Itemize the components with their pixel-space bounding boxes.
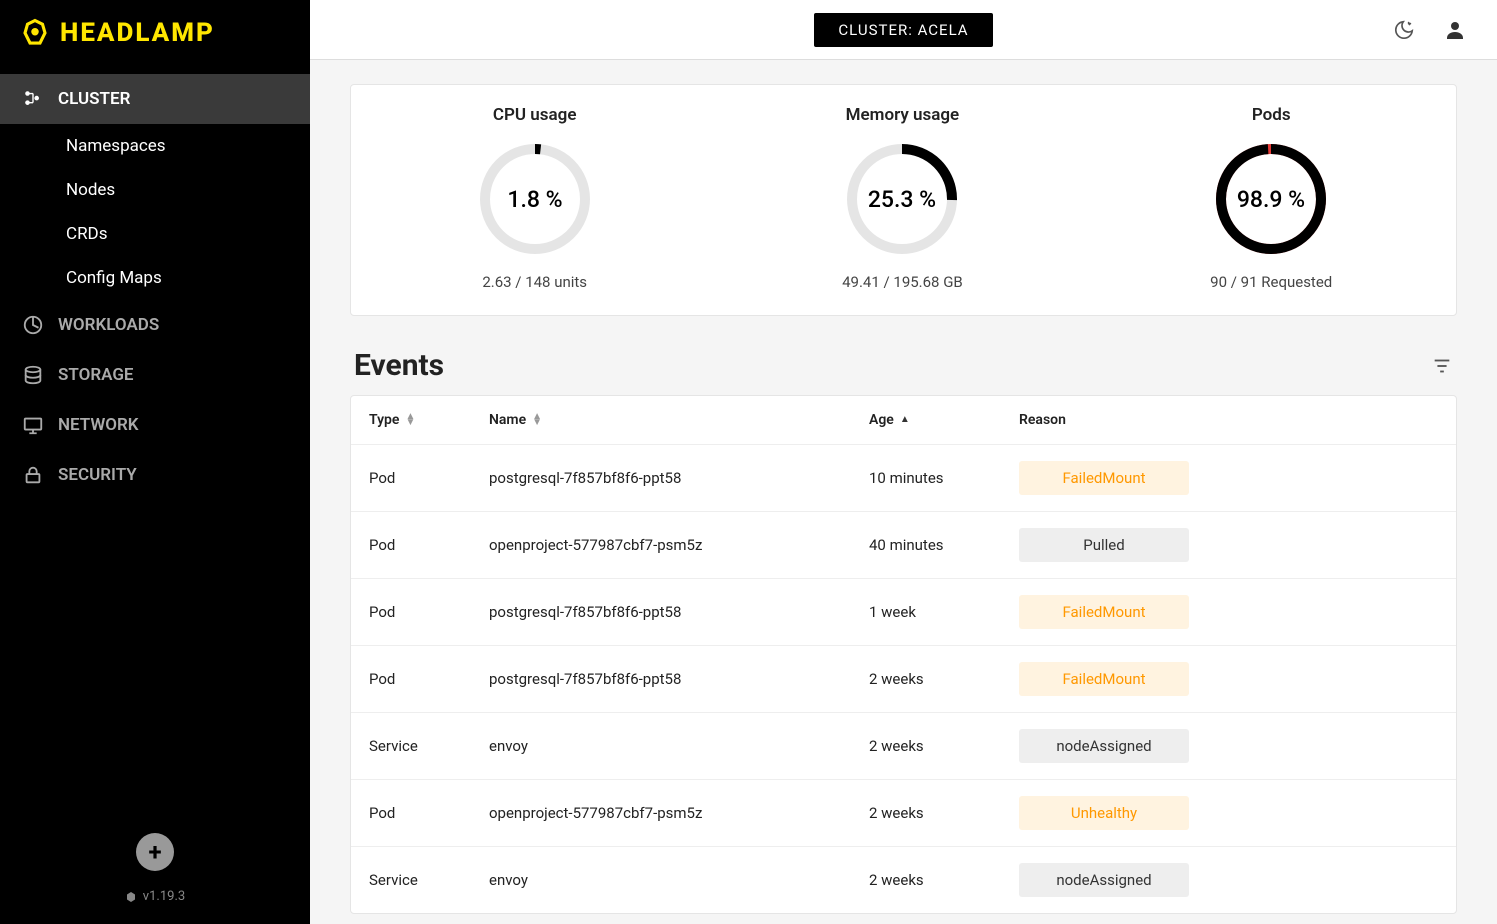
cell-reason: FailedMount [1019,662,1438,696]
gauge-memory-usage: Memory usage 25.3 % 49.41 / 195.68 GB [842,105,963,291]
cluster-chip[interactable]: CLUSTER: ACELA [814,13,992,47]
gauges-panel: CPU usage 1.8 % 2.63 / 148 units Memory u… [350,84,1457,316]
version-label: v1.19.3 [20,889,290,904]
cell-name: envoy [489,871,869,889]
reason-badge: Pulled [1019,528,1189,562]
table-row[interactable]: Pod postgresql-7f857bf8f6-ppt58 2 weeks … [351,646,1456,713]
cell-reason: FailedMount [1019,461,1438,495]
reason-badge: nodeAssigned [1019,863,1189,897]
gauge-subtitle: 49.41 / 195.68 GB [842,273,963,291]
cell-reason: Pulled [1019,528,1438,562]
cell-type: Service [369,871,489,889]
table-row[interactable]: Pod postgresql-7f857bf8f6-ppt58 10 minut… [351,445,1456,512]
sidebar-item-label: WORKLOADS [58,315,159,335]
account-icon[interactable] [1443,18,1467,42]
cell-age: 2 weeks [869,804,1019,822]
gauge-cpu-usage: CPU usage 1.8 % 2.63 / 148 units [475,105,595,291]
svg-text:98.9 %: 98.9 % [1237,186,1305,213]
sidebar-item-label: STORAGE [58,365,134,385]
gauge-pods: Pods 98.9 % 90 / 91 Requested [1210,105,1332,291]
headlamp-logo-icon [20,18,50,48]
table-row[interactable]: Pod openproject-577987cbf7-psm5z 40 minu… [351,512,1456,579]
cell-age: 2 weeks [869,871,1019,889]
network-icon [22,414,44,436]
sidebar-sub-namespaces[interactable]: Namespaces [0,124,310,168]
sidebar-sub-crds[interactable]: CRDs [0,212,310,256]
col-reason[interactable]: Reason [1019,412,1438,428]
k8s-icon [125,891,137,903]
sidebar-item-workloads[interactable]: WORKLOADS [0,300,310,350]
reason-badge: FailedMount [1019,461,1189,495]
sidebar: HEADLAMP CLUSTER NamespacesNodesCRDsConfi… [0,0,310,924]
gauge-title: Pods [1210,105,1332,125]
reason-badge: Unhealthy [1019,796,1189,830]
cell-name: postgresql-7f857bf8f6-ppt58 [489,670,869,688]
col-type[interactable]: Type▲▼ [369,412,489,428]
events-table: Type▲▼ Name▲▼ Age▲ Reason Pod postgresql… [350,395,1457,914]
sidebar-item-security[interactable]: SECURITY [0,450,310,500]
logo-text: HEADLAMP [60,18,215,48]
table-row[interactable]: Service envoy 2 weeks nodeAssigned [351,847,1456,913]
cluster-icon [22,88,44,110]
sidebar-item-storage[interactable]: STORAGE [0,350,310,400]
gauge-title: CPU usage [475,105,595,125]
cell-type: Pod [369,804,489,822]
cell-name: envoy [489,737,869,755]
sidebar-item-cluster[interactable]: CLUSTER [0,74,310,124]
events-title: Events [354,348,444,383]
cell-reason: Unhealthy [1019,796,1438,830]
cell-name: openproject-577987cbf7-psm5z [489,536,869,554]
cell-type: Pod [369,670,489,688]
sidebar-item-label: CLUSTER [58,89,130,109]
sidebar-sub-config-maps[interactable]: Config Maps [0,256,310,300]
svg-text:25.3 %: 25.3 % [868,186,936,213]
filter-icon[interactable] [1431,355,1453,377]
content: CPU usage 1.8 % 2.63 / 148 units Memory u… [310,60,1497,924]
gauge-subtitle: 2.63 / 148 units [475,273,595,291]
cell-name: postgresql-7f857bf8f6-ppt58 [489,603,869,621]
reason-badge: nodeAssigned [1019,729,1189,763]
cell-reason: nodeAssigned [1019,863,1438,897]
topbar: CLUSTER: ACELA [310,0,1497,60]
cell-age: 2 weeks [869,670,1019,688]
table-header: Type▲▼ Name▲▼ Age▲ Reason [351,396,1456,445]
cell-type: Pod [369,603,489,621]
main: CLUSTER: ACELA CPU usage 1.8 % 2.63 / 14… [310,0,1497,924]
cell-type: Pod [369,469,489,487]
logo[interactable]: HEADLAMP [0,0,310,66]
theme-toggle-icon[interactable] [1393,19,1415,41]
sidebar-sub-nodes[interactable]: Nodes [0,168,310,212]
cell-name: postgresql-7f857bf8f6-ppt58 [489,469,869,487]
cell-reason: nodeAssigned [1019,729,1438,763]
gauge-subtitle: 90 / 91 Requested [1210,273,1332,291]
sidebar-item-label: SECURITY [58,465,137,485]
table-row[interactable]: Pod openproject-577987cbf7-psm5z 2 weeks… [351,780,1456,847]
security-icon [22,464,44,486]
cell-age: 2 weeks [869,737,1019,755]
cell-name: openproject-577987cbf7-psm5z [489,804,869,822]
sidebar-footer: + v1.19.3 [0,813,310,924]
svg-text:1.8 %: 1.8 % [507,186,562,213]
nav: CLUSTER NamespacesNodesCRDsConfig Maps WOR… [0,66,310,813]
add-cluster-button[interactable]: + [136,833,174,871]
cell-age: 10 minutes [869,469,1019,487]
workloads-icon [22,314,44,336]
table-row[interactable]: Service envoy 2 weeks nodeAssigned [351,713,1456,780]
cell-type: Service [369,737,489,755]
storage-icon [22,364,44,386]
cell-age: 40 minutes [869,536,1019,554]
cell-type: Pod [369,536,489,554]
col-name[interactable]: Name▲▼ [489,412,869,428]
gauge-title: Memory usage [842,105,963,125]
reason-badge: FailedMount [1019,662,1189,696]
col-age[interactable]: Age▲ [869,412,1019,428]
sidebar-item-network[interactable]: NETWORK [0,400,310,450]
sidebar-item-label: NETWORK [58,415,139,435]
table-row[interactable]: Pod postgresql-7f857bf8f6-ppt58 1 week F… [351,579,1456,646]
reason-badge: FailedMount [1019,595,1189,629]
cell-reason: FailedMount [1019,595,1438,629]
cell-age: 1 week [869,603,1019,621]
